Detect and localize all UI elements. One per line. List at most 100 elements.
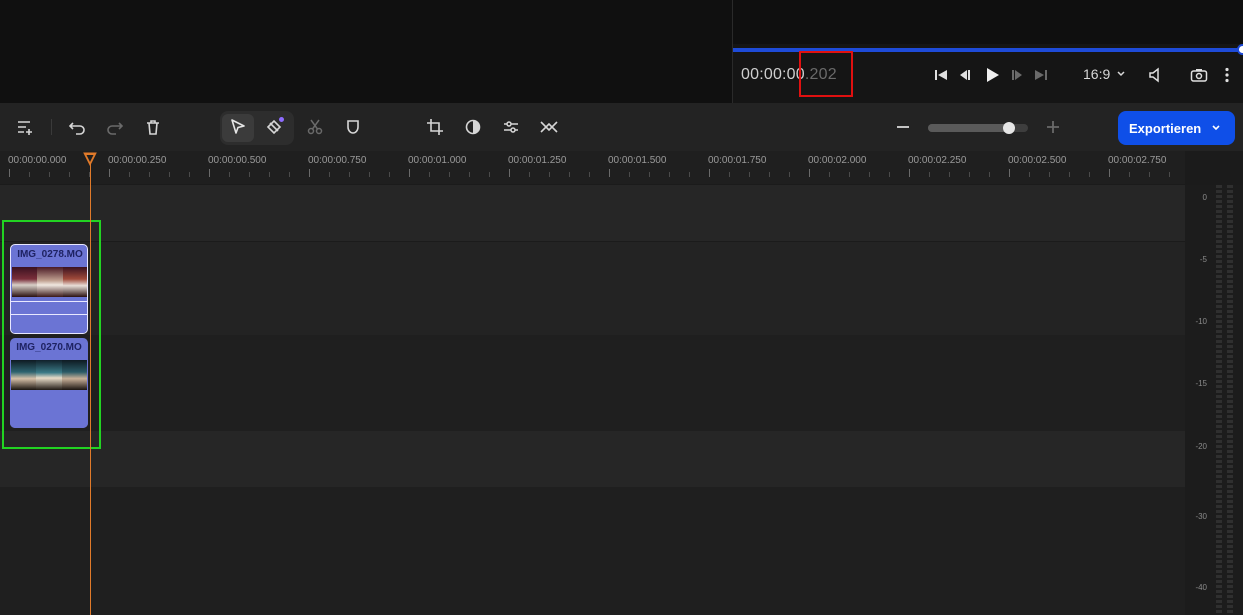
- ruler-tick: [689, 172, 690, 177]
- timeline-track[interactable]: [0, 242, 1185, 335]
- ruler-tick: [189, 172, 190, 177]
- ruler-tick: [49, 172, 50, 177]
- meter-scale-label: -5: [1199, 255, 1207, 264]
- player-panel: 00:00:00.202 16:9: [732, 0, 1243, 103]
- ruler-tick: [649, 172, 650, 177]
- volume-icon[interactable]: [1145, 64, 1165, 86]
- ruler-tick: [269, 172, 270, 177]
- scissors-icon[interactable]: [304, 116, 326, 138]
- ruler-tick: [109, 169, 110, 177]
- ruler-label: 00:00:02.250: [908, 155, 967, 166]
- ruler-tick: [489, 172, 490, 177]
- zoom-out-icon[interactable]: [892, 116, 914, 138]
- next-frame-icon[interactable]: [1009, 64, 1025, 86]
- ruler-tick: [989, 172, 990, 177]
- progress-handle[interactable]: [1237, 44, 1243, 55]
- delete-icon[interactable]: [142, 116, 164, 138]
- ruler-tick: [249, 172, 250, 177]
- ruler-tick: [309, 169, 310, 177]
- zoom-slider-fill: [928, 124, 1009, 132]
- timeline-track[interactable]: [0, 335, 1185, 431]
- ruler-tick: [529, 172, 530, 177]
- timeline-toolbar: Exportieren: [0, 103, 1243, 151]
- ruler-tick: [9, 169, 10, 177]
- ruler-tick: [1069, 172, 1070, 177]
- ruler-tick: [709, 169, 710, 177]
- ruler-tick: [349, 172, 350, 177]
- ruler-tick: [1009, 169, 1010, 177]
- ruler-label: 00:00:02.500: [1008, 155, 1067, 166]
- playhead-line: [90, 164, 91, 615]
- timeline-track[interactable]: [0, 487, 1185, 615]
- color-adjust-icon[interactable]: [462, 116, 484, 138]
- media-panel: [0, 0, 732, 103]
- ruler-tick: [289, 172, 290, 177]
- play-icon[interactable]: [983, 64, 1001, 86]
- ruler-tick: [69, 172, 70, 177]
- timeline-ruler[interactable]: 00:00:00.000 00:00:00.250 00:00:00.500 00:0…: [0, 151, 1185, 184]
- ruler-tick: [569, 172, 570, 177]
- ruler-tick: [549, 172, 550, 177]
- video-editor: 00:00:00.202 16:9 Exportieren 00:00:00.0…: [0, 0, 1243, 615]
- timeline-track[interactable]: [0, 185, 1185, 241]
- ruler-tick: [769, 172, 770, 177]
- adjust-sliders-icon[interactable]: [500, 116, 522, 138]
- meter-scale-label: -10: [1195, 317, 1207, 326]
- snapshot-camera-icon[interactable]: [1189, 64, 1209, 86]
- ruler-tick: [449, 172, 450, 177]
- toolbar-divider: [51, 119, 52, 135]
- undo-icon[interactable]: [66, 116, 88, 138]
- previous-frame-icon[interactable]: [957, 64, 973, 86]
- skip-to-end-icon[interactable]: [1033, 64, 1049, 86]
- ruler-tick: [409, 169, 410, 177]
- export-button[interactable]: Exportieren: [1118, 111, 1235, 145]
- ruler-tick: [629, 172, 630, 177]
- aspect-ratio-dropdown[interactable]: 16:9: [1083, 66, 1126, 82]
- ruler-tick: [169, 172, 170, 177]
- ruler-tick: [669, 172, 670, 177]
- ruler-tick: [129, 172, 130, 177]
- timeline-track[interactable]: [0, 431, 1185, 487]
- ruler-tick: [1089, 172, 1090, 177]
- highlight-box: [799, 51, 853, 97]
- shield-mask-icon[interactable]: [342, 116, 364, 138]
- redo-icon[interactable]: [104, 116, 126, 138]
- ruler-tick: [609, 169, 610, 177]
- more-options-icon[interactable]: [1221, 64, 1233, 86]
- ruler-label: 00:00:02.750: [1108, 155, 1167, 166]
- aspect-ratio-value: 16:9: [1083, 66, 1111, 82]
- ruler-tick: [389, 172, 390, 177]
- meter-channel-right: [1227, 185, 1233, 615]
- meter-scale-label: -30: [1195, 512, 1207, 521]
- timeline-zoom-slider[interactable]: [928, 122, 1028, 134]
- skip-to-start-icon[interactable]: [933, 64, 949, 86]
- ruler-tick: [889, 172, 890, 177]
- ruler-tick: [1029, 172, 1030, 177]
- timecode-main: 00:00:00: [741, 66, 805, 83]
- ruler-tick: [729, 172, 730, 177]
- add-track-icon[interactable]: [14, 116, 36, 138]
- ruler-tick: [589, 172, 590, 177]
- crop-icon[interactable]: [424, 116, 446, 138]
- ruler-tick: [149, 172, 150, 177]
- ruler-tick: [29, 172, 30, 177]
- playhead-handle[interactable]: [83, 152, 97, 166]
- transition-icon[interactable]: [538, 116, 560, 138]
- ruler-tick: [809, 169, 810, 177]
- meter-scale-label: -20: [1195, 442, 1207, 451]
- zoom-in-icon[interactable]: [1042, 116, 1064, 138]
- ruler-tick: [749, 172, 750, 177]
- meter-scale-label: -40: [1195, 583, 1207, 592]
- ruler-tick: [469, 172, 470, 177]
- ruler-tick: [329, 172, 330, 177]
- meter-channel-left: [1216, 185, 1222, 615]
- ruler-label: 00:00:01.250: [508, 155, 567, 166]
- zoom-slider-thumb[interactable]: [1002, 122, 1015, 134]
- select-cursor-icon[interactable]: [227, 116, 249, 138]
- ruler-tick: [949, 172, 950, 177]
- ruler-label: 00:00:01.000: [408, 155, 467, 166]
- ruler-label: 00:00:00.000: [8, 155, 67, 166]
- audio-level-meter: 0 -5 -10 -15 -20 -30 -40: [1185, 185, 1243, 615]
- video-preview: [733, 0, 1243, 44]
- ruler-tick: [909, 169, 910, 177]
